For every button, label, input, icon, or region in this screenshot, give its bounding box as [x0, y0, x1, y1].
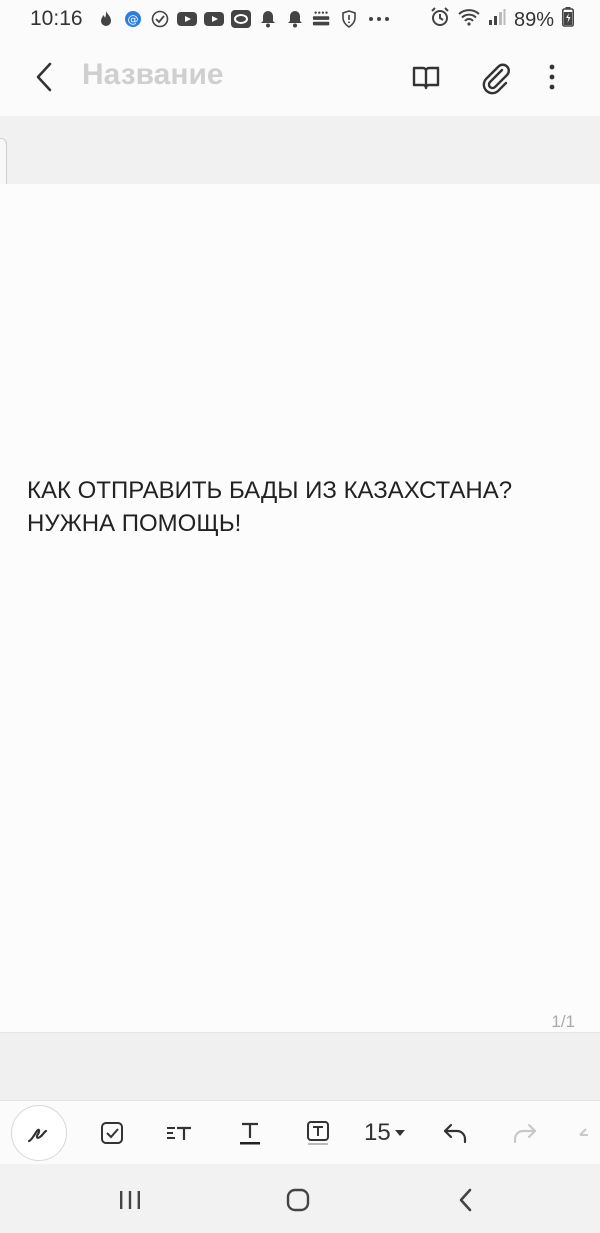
notification-icons: @ — [96, 8, 392, 30]
status-time: 10:16 — [30, 7, 83, 30]
text-box-icon — [307, 1121, 329, 1145]
page-indicator: 1/1 — [551, 1012, 575, 1031]
text-underline-icon — [240, 1122, 260, 1145]
back-arrow-icon — [459, 1188, 472, 1212]
bell-icon — [258, 9, 278, 29]
redo-button[interactable] — [506, 1115, 542, 1151]
note-line: КАК ОТПРАВИТЬ БАДЫ ИЗ КАЗАХСТАНА? — [27, 477, 513, 504]
system-nav-bar — [0, 1164, 600, 1233]
youtube-icon — [177, 9, 197, 29]
bell-icon — [285, 9, 305, 29]
ring-icon — [231, 9, 251, 29]
nav-back-button[interactable] — [448, 1182, 484, 1218]
text-style-button[interactable] — [162, 1115, 198, 1151]
home-button[interactable] — [280, 1182, 316, 1218]
detmir-icon — [312, 9, 332, 29]
recent-apps-button[interactable] — [112, 1182, 148, 1218]
more-options-button[interactable] — [538, 58, 578, 98]
page-footer-area — [0, 1032, 600, 1101]
text-style-icon — [167, 1126, 191, 1140]
status-right: 89% — [430, 7, 574, 33]
font-size-value: 15 — [364, 1119, 391, 1146]
battery-percent: 89% — [513, 8, 554, 31]
attach-button[interactable] — [476, 58, 516, 98]
mail-icon: @ — [123, 9, 143, 29]
more-dots-icon — [366, 9, 392, 29]
note-line: НУЖНА ПОМОЩЬ! — [27, 510, 242, 537]
font-size-dropdown[interactable]: 15 — [364, 1119, 406, 1147]
header-spacer — [0, 116, 600, 184]
check-circle-icon — [150, 9, 170, 29]
more-vertical-icon — [549, 64, 555, 90]
text-underline-button[interactable] — [232, 1115, 268, 1151]
note-page[interactable]: КАК ОТПРАВИТЬ БАДЫ ИЗ КАЗАХСТАНА? НУЖНА … — [0, 184, 600, 1032]
note-title-field[interactable]: Название — [82, 58, 224, 92]
home-icon — [286, 1188, 310, 1212]
battery-icon — [562, 7, 574, 33]
pen-button[interactable] — [11, 1105, 67, 1161]
alarm-icon — [430, 7, 450, 33]
youtube-icon — [204, 9, 224, 29]
more-tool-icon — [579, 1128, 588, 1136]
checkbox-icon — [101, 1122, 123, 1144]
signal-icon — [488, 8, 506, 32]
reading-mode-button[interactable] — [406, 58, 446, 98]
note-body[interactable]: КАК ОТПРАВИТЬ БАДЫ ИЗ КАЗАХСТАНА? НУЖНА … — [27, 474, 587, 540]
shield-icon — [339, 9, 359, 29]
redo-icon — [513, 1123, 537, 1144]
undo-icon — [443, 1123, 467, 1144]
more-tool-button[interactable] — [572, 1115, 600, 1151]
book-icon — [412, 66, 440, 90]
format-toolbar: 15 — [0, 1100, 600, 1165]
back-button[interactable] — [26, 58, 64, 96]
flame-icon — [96, 9, 116, 29]
text-box-button[interactable] — [300, 1115, 336, 1151]
chevron-left-icon — [36, 62, 52, 92]
undo-button[interactable] — [438, 1115, 474, 1151]
status-bar: 10:16 @ 89% — [0, 0, 600, 38]
svg-text:@: @ — [128, 13, 139, 26]
recents-icon — [120, 1191, 140, 1209]
app-bar: Название — [0, 38, 600, 116]
wifi-icon — [458, 8, 480, 32]
caret-down-icon — [394, 1130, 405, 1136]
paperclip-icon — [482, 63, 510, 95]
pen-icon — [27, 1128, 48, 1143]
checkbox-button[interactable] — [94, 1115, 130, 1151]
